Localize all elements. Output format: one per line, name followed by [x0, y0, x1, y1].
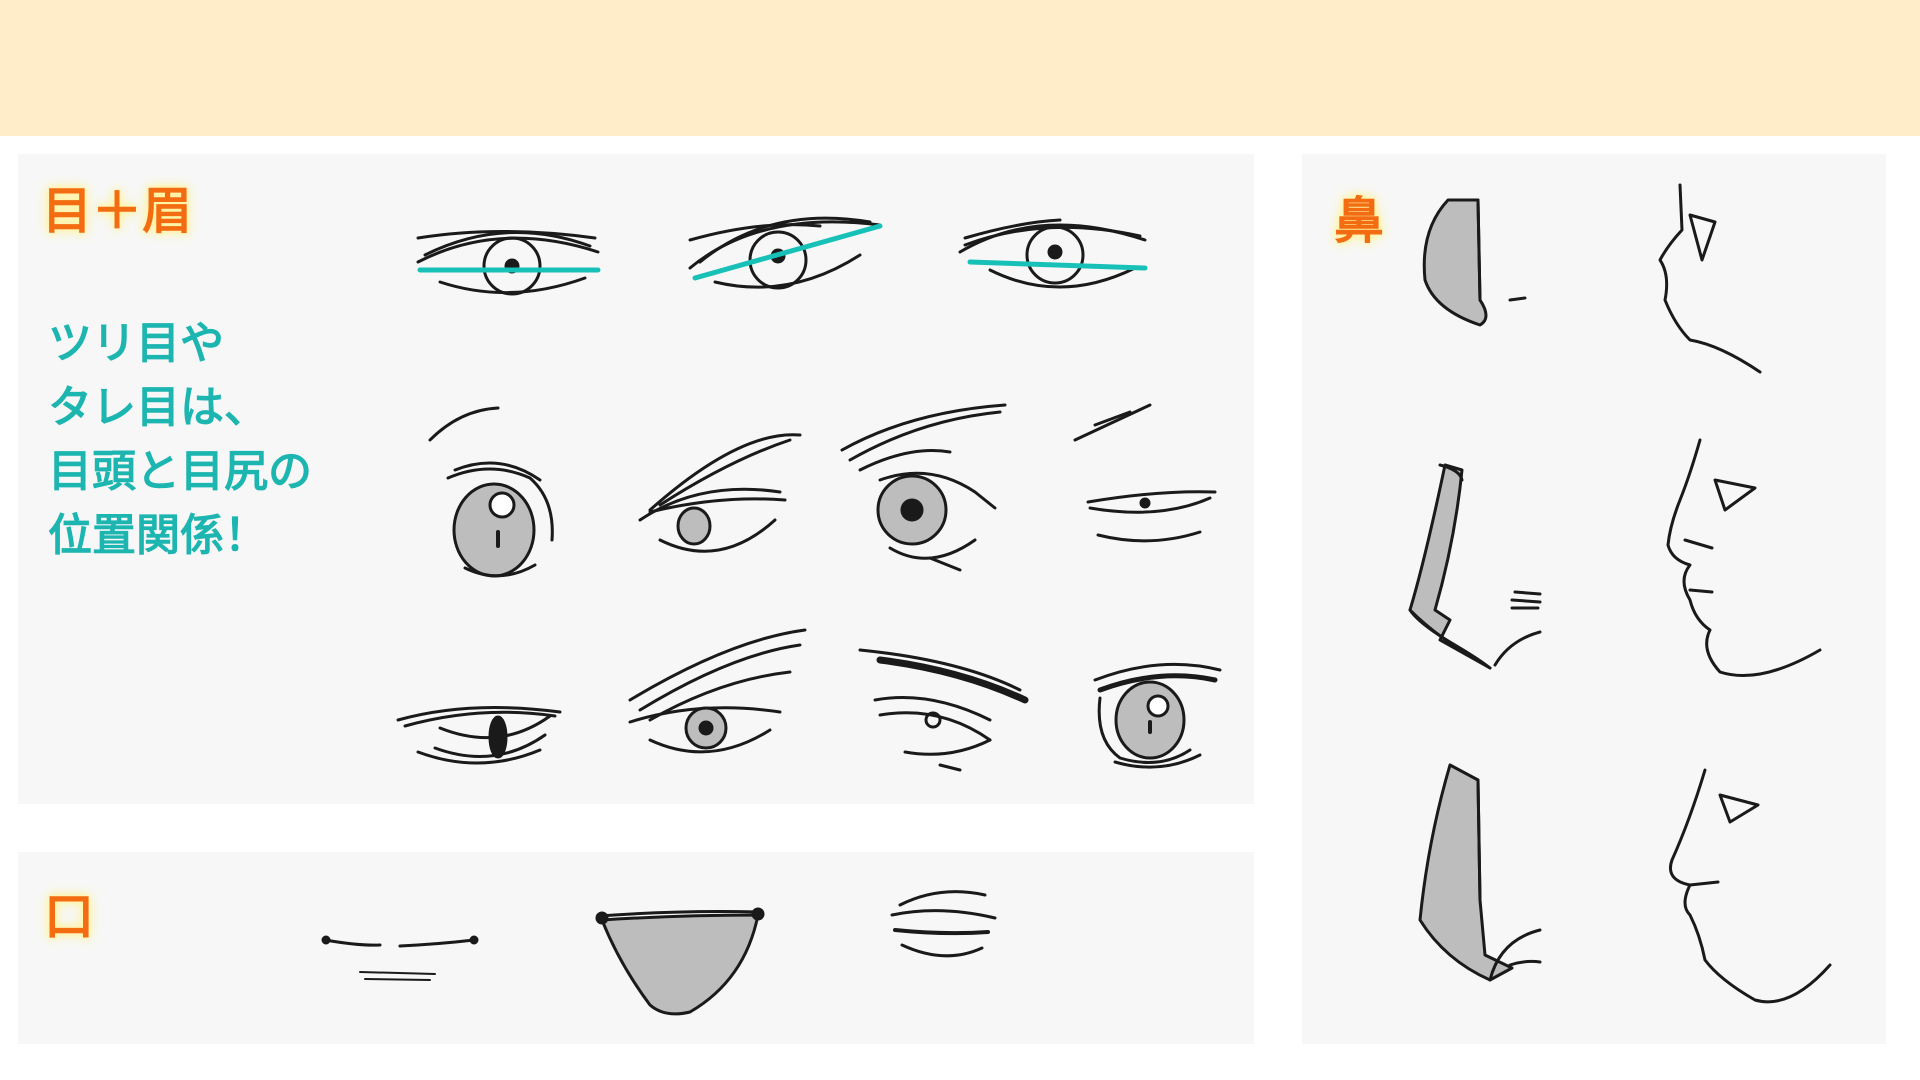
nose-sketch-long-profile — [1666, 438, 1822, 678]
eye-sketch-downturned — [958, 218, 1148, 289]
eye-sketch-narrow-brow — [638, 433, 802, 553]
eye-sketch-intense — [840, 403, 1007, 572]
mouth-sketch-open — [595, 907, 765, 1016]
nose-sketch-small-front — [1422, 198, 1527, 327]
nose-sketch-tall-profile — [1669, 768, 1832, 1004]
mouth-sketch-closed — [321, 935, 479, 981]
nose-sketch-long-front — [1408, 463, 1542, 670]
eye-sketch-half-closed — [1073, 403, 1217, 543]
mouth-sketch-lips — [890, 890, 997, 958]
eye-sketch-heavy-brow — [858, 648, 1029, 772]
nose-sketch-small-profile — [1658, 183, 1762, 374]
eye-sketch-level — [416, 230, 601, 296]
eye-sketch-slit-pupil — [396, 706, 562, 765]
eye-sketch-round-small — [1093, 662, 1222, 769]
eye-sketch-upturned — [688, 216, 883, 290]
nose-sketch-tall-front — [1418, 763, 1542, 982]
eye-sketch-furrowed — [628, 628, 807, 754]
sketch-illustrations — [321, 183, 1832, 1016]
eye-sketch-round-large — [428, 406, 554, 578]
